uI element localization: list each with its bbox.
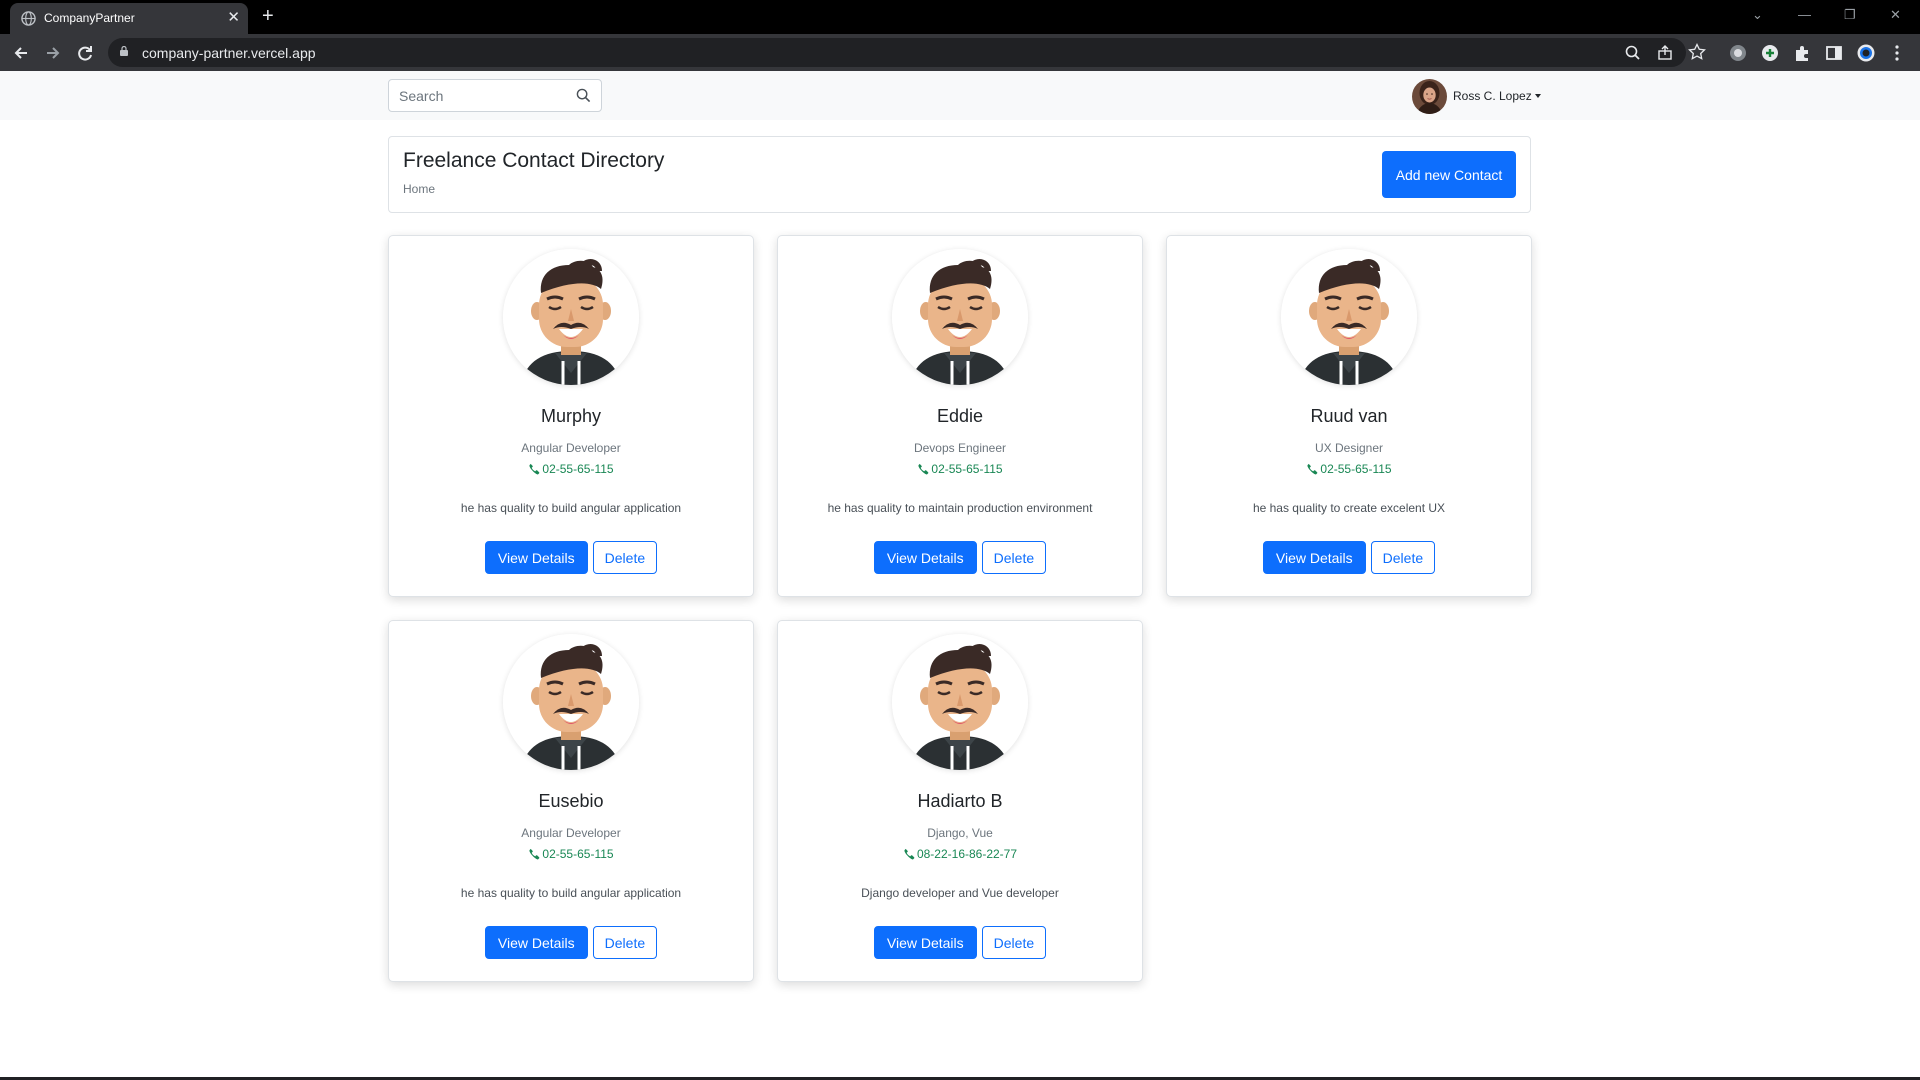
browser-tab-strip: CompanyPartner ✕ + ⌄ — ❐ ✕ bbox=[0, 0, 1920, 34]
contact-avatar bbox=[892, 634, 1028, 770]
minimize-button[interactable]: — bbox=[1798, 7, 1811, 22]
bookmark-star-icon[interactable] bbox=[1688, 43, 1706, 61]
zoom-icon[interactable] bbox=[1624, 44, 1642, 62]
contact-description: he has quality to build angular applicat… bbox=[460, 501, 682, 515]
contact-name: Eddie bbox=[936, 406, 984, 426]
tab-close-button[interactable]: ✕ bbox=[227, 9, 240, 27]
contact-phone-number: 02-55-65-115 bbox=[931, 462, 1003, 476]
view-details-button[interactable]: View Details bbox=[873, 541, 977, 574]
top-navbar: Ross C. Lopez bbox=[0, 71, 1920, 120]
contact-avatar bbox=[1281, 249, 1417, 385]
contact-card: Hadiarto B Django, Vue 08-22-16-86-22-77 Dj… bbox=[777, 620, 1143, 982]
card-actions: View Details Delete bbox=[1167, 541, 1531, 574]
tab-title: CompanyPartner bbox=[44, 11, 135, 25]
new-tab-button[interactable]: + bbox=[262, 6, 274, 26]
contact-phone-number: 02-55-65-115 bbox=[1320, 462, 1392, 476]
delete-button[interactable]: Delete bbox=[592, 926, 658, 959]
address-bar[interactable]: company-partner.vercel.app bbox=[108, 38, 1686, 67]
contact-name: Murphy bbox=[540, 406, 602, 426]
contact-role: Angular Developer bbox=[521, 441, 621, 455]
contact-phone: 02-55-65-115 bbox=[389, 462, 753, 476]
contact-phone: 02-55-65-115 bbox=[778, 462, 1142, 476]
contact-role: Devops Engineer bbox=[913, 441, 1007, 455]
forward-arrow-icon[interactable] bbox=[42, 42, 64, 64]
chevron-down-icon bbox=[1534, 94, 1541, 98]
contact-avatar bbox=[503, 249, 639, 385]
contact-description: he has quality to maintain production en… bbox=[827, 501, 1093, 515]
contact-description: Django developer and Vue developer bbox=[861, 886, 1059, 900]
contact-card: Murphy Angular Developer 02-55-65-115 he ha… bbox=[388, 235, 754, 597]
contact-phone: 02-55-65-115 bbox=[389, 847, 753, 861]
contact-name: Hadiarto B bbox=[917, 791, 1003, 811]
card-actions: View Details Delete bbox=[389, 541, 753, 574]
back-arrow-icon[interactable] bbox=[10, 42, 32, 64]
card-actions: View Details Delete bbox=[389, 926, 753, 959]
view-details-button[interactable]: View Details bbox=[484, 541, 588, 574]
contact-phone: 02-55-65-115 bbox=[1167, 462, 1531, 476]
add-new-contact-button[interactable]: Add new Contact bbox=[1382, 151, 1516, 198]
phone-icon bbox=[918, 463, 929, 475]
side-panel-icon[interactable] bbox=[1825, 44, 1843, 62]
phone-icon bbox=[529, 463, 540, 475]
contact-phone: 08-22-16-86-22-77 bbox=[778, 847, 1142, 861]
user-name: Ross C. Lopez bbox=[1453, 89, 1532, 103]
restore-button[interactable]: ❐ bbox=[1844, 7, 1856, 23]
search-input[interactable] bbox=[389, 80, 569, 111]
tab-search-button[interactable]: ⌄ bbox=[1752, 7, 1763, 23]
delete-button[interactable]: Delete bbox=[981, 926, 1047, 959]
browser-toolbar: company-partner.vercel.app bbox=[0, 34, 1920, 71]
view-details-button[interactable]: View Details bbox=[484, 926, 588, 959]
extension-cloud-icon[interactable] bbox=[1729, 44, 1747, 62]
extensions-puzzle-icon[interactable] bbox=[1793, 44, 1811, 62]
contact-card: Eusebio Angular Developer 02-55-65-115 he h… bbox=[388, 620, 754, 982]
view-details-button[interactable]: View Details bbox=[873, 926, 977, 959]
reload-icon[interactable] bbox=[74, 42, 96, 64]
phone-icon bbox=[1307, 463, 1318, 475]
view-details-button[interactable]: View Details bbox=[1262, 541, 1366, 574]
profile-icon[interactable] bbox=[1857, 44, 1875, 62]
window-close-button[interactable]: ✕ bbox=[1890, 7, 1901, 23]
search-icon[interactable] bbox=[576, 88, 591, 103]
search-box bbox=[388, 79, 602, 112]
contact-role: UX Designer bbox=[1314, 441, 1384, 455]
user-menu-dropdown[interactable]: Ross C. Lopez bbox=[1412, 78, 1541, 114]
contact-avatar bbox=[503, 634, 639, 770]
contact-name: Eusebio bbox=[538, 791, 604, 811]
card-actions: View Details Delete bbox=[778, 541, 1142, 574]
extension-plus-icon[interactable] bbox=[1761, 44, 1779, 62]
page-title: Freelance Contact Directory bbox=[403, 149, 665, 172]
lock-icon[interactable] bbox=[120, 46, 128, 56]
url-text: company-partner.vercel.app bbox=[142, 45, 316, 61]
avatar bbox=[1412, 78, 1447, 114]
contact-name: Ruud van bbox=[1310, 406, 1388, 426]
browser-tab[interactable]: CompanyPartner ✕ bbox=[10, 3, 248, 34]
contact-description: he has quality to create excelent UX bbox=[1252, 501, 1446, 515]
contact-card: Eddie Devops Engineer 02-55-65-115 he has q… bbox=[777, 235, 1143, 597]
card-actions: View Details Delete bbox=[778, 926, 1142, 959]
contact-description: he has quality to build angular applicat… bbox=[460, 886, 682, 900]
contact-phone-number: 02-55-65-115 bbox=[542, 462, 614, 476]
contact-role: Django, Vue bbox=[927, 826, 993, 840]
contact-avatar bbox=[892, 249, 1028, 385]
page-header-card: Freelance Contact Directory Home Add new… bbox=[388, 136, 1531, 213]
menu-dots-icon[interactable] bbox=[1888, 44, 1906, 62]
delete-button[interactable]: Delete bbox=[592, 541, 658, 574]
contact-phone-number: 02-55-65-115 bbox=[542, 847, 614, 861]
breadcrumb[interactable]: Home bbox=[403, 182, 435, 196]
delete-button[interactable]: Delete bbox=[1370, 541, 1436, 574]
delete-button[interactable]: Delete bbox=[981, 541, 1047, 574]
contact-card: Ruud van UX Designer 02-55-65-115 he has qu… bbox=[1166, 235, 1532, 597]
globe-icon bbox=[21, 11, 36, 26]
share-icon[interactable] bbox=[1656, 44, 1674, 62]
phone-icon bbox=[904, 848, 915, 860]
contact-phone-number: 08-22-16-86-22-77 bbox=[916, 847, 1018, 861]
contact-role: Angular Developer bbox=[521, 826, 621, 840]
phone-icon bbox=[529, 848, 540, 860]
